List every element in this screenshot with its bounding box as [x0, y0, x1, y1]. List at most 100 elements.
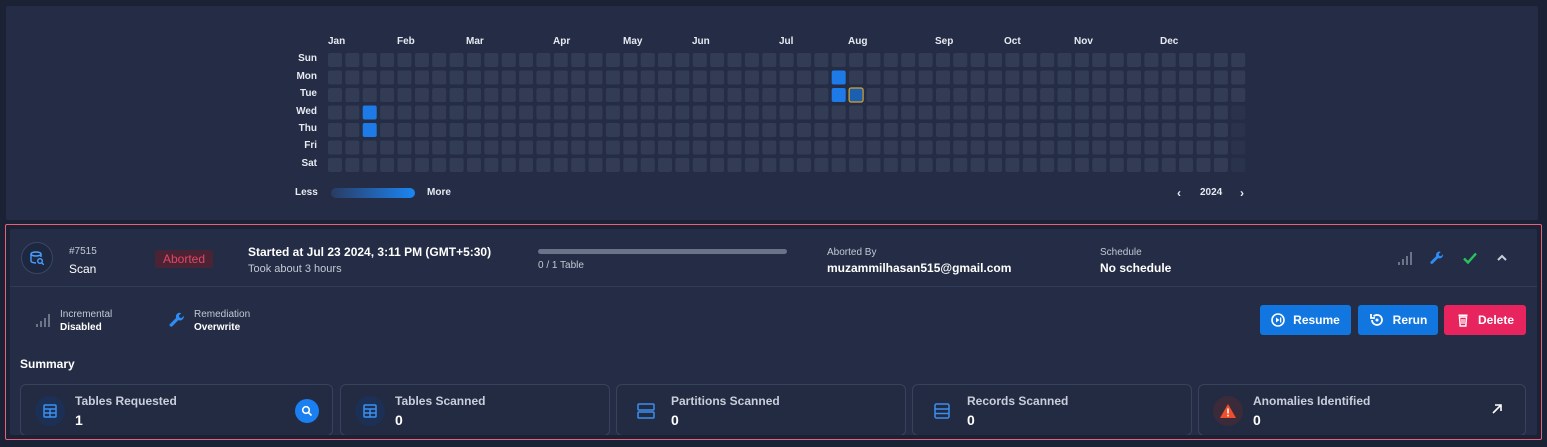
heatmap-cell[interactable]	[744, 70, 759, 85]
heatmap-cell[interactable]	[1144, 105, 1159, 120]
heatmap-cell[interactable]	[1161, 53, 1176, 67]
heatmap-cell[interactable]	[1022, 70, 1037, 85]
heatmap-cell[interactable]	[918, 70, 933, 85]
heatmap-cell[interactable]	[814, 105, 829, 120]
heatmap-cell[interactable]	[883, 105, 898, 120]
heatmap-cell[interactable]	[1161, 70, 1176, 85]
heatmap-cell[interactable]	[1179, 158, 1194, 172]
heatmap-cell[interactable]	[1196, 88, 1211, 102]
heatmap-cell[interactable]	[467, 140, 481, 155]
heatmap-cell[interactable]	[571, 53, 586, 67]
prev-year-icon[interactable]: ‹	[1177, 186, 1181, 200]
heatmap-cell[interactable]	[1109, 53, 1124, 67]
heatmap-cell[interactable]	[484, 88, 499, 102]
heatmap-cell[interactable]	[571, 70, 586, 85]
heatmap-cell[interactable]	[1213, 53, 1228, 67]
heatmap-cell[interactable]	[536, 123, 551, 137]
heatmap-cell[interactable]	[1231, 158, 1246, 172]
heatmap-cell[interactable]	[449, 140, 464, 155]
heatmap-cell[interactable]	[501, 105, 516, 120]
heatmap-cell[interactable]	[1196, 70, 1211, 85]
heatmap-cell[interactable]	[536, 158, 551, 172]
heatmap-cell[interactable]	[1092, 88, 1107, 102]
heatmap-cell[interactable]	[1040, 123, 1055, 137]
heatmap-cell[interactable]	[814, 70, 829, 85]
heatmap-cell[interactable]	[588, 158, 603, 172]
heatmap-cell[interactable]	[571, 140, 586, 155]
heatmap-cell[interactable]	[675, 123, 690, 137]
heatmap-cell[interactable]	[1161, 123, 1176, 137]
heatmap-cell[interactable]	[658, 123, 672, 137]
collapse-chevron-icon[interactable]	[1493, 249, 1511, 267]
heatmap-cell[interactable]	[779, 140, 794, 155]
heatmap-cell[interactable]	[988, 70, 1003, 85]
heatmap-cell[interactable]	[536, 140, 551, 155]
heatmap-cell[interactable]	[553, 53, 568, 67]
delete-button[interactable]: Delete	[1444, 305, 1526, 335]
heatmap-cell[interactable]	[901, 88, 916, 102]
heatmap-cell[interactable]	[936, 105, 950, 120]
heatmap-cell[interactable]	[779, 70, 794, 85]
heatmap-cell[interactable]	[345, 105, 360, 120]
heatmap-cell[interactable]	[831, 158, 846, 172]
heatmap-cell[interactable]	[1005, 70, 1020, 85]
heatmap-cell[interactable]	[397, 70, 412, 85]
heatmap-cell[interactable]	[640, 53, 655, 67]
heatmap-cell[interactable]	[1231, 88, 1246, 102]
heatmap-cell[interactable]	[658, 88, 672, 102]
heatmap-cell[interactable]	[1127, 53, 1141, 67]
heatmap-cell[interactable]	[640, 158, 655, 172]
heatmap-cell[interactable]	[467, 123, 481, 137]
heatmap-cell[interactable]	[779, 158, 794, 172]
heatmap-cell[interactable]	[1144, 70, 1159, 85]
heatmap-cell[interactable]	[1127, 70, 1141, 85]
heatmap-cell[interactable]	[849, 105, 864, 120]
heatmap-cell[interactable]	[936, 70, 950, 85]
heatmap-cell[interactable]	[797, 140, 811, 155]
heatmap-cell[interactable]	[380, 158, 395, 172]
heatmap-cell[interactable]	[675, 53, 690, 67]
heatmap-cell[interactable]	[1231, 53, 1246, 67]
heatmap-cell[interactable]	[1127, 88, 1141, 102]
heatmap-cell[interactable]	[432, 70, 447, 85]
heatmap-cell[interactable]	[710, 88, 725, 102]
heatmap-cell[interactable]	[883, 88, 898, 102]
heatmap-cell[interactable]	[1213, 140, 1228, 155]
heatmap-cell[interactable]	[1005, 105, 1020, 120]
heatmap-cell[interactable]	[797, 53, 811, 67]
heatmap-cell[interactable]	[449, 70, 464, 85]
heatmap-cell[interactable]	[675, 88, 690, 102]
heatmap-cell[interactable]	[1213, 105, 1228, 120]
heatmap-cell[interactable]	[762, 140, 777, 155]
heatmap-cell[interactable]	[1196, 105, 1211, 120]
heatmap-cell[interactable]	[432, 140, 447, 155]
heatmap-cell[interactable]	[640, 105, 655, 120]
heatmap-cell[interactable]	[553, 70, 568, 85]
search-icon[interactable]	[295, 399, 319, 423]
heatmap-cell[interactable]	[1092, 123, 1107, 137]
heatmap-cell[interactable]	[988, 123, 1003, 137]
heatmap-cell[interactable]	[362, 123, 377, 137]
heatmap-cell[interactable]	[623, 53, 638, 67]
heatmap-cell[interactable]	[710, 53, 725, 67]
heatmap-cell[interactable]	[605, 158, 620, 172]
heatmap-cell[interactable]	[501, 158, 516, 172]
heatmap-cell[interactable]	[1092, 70, 1107, 85]
heatmap-cell[interactable]	[970, 88, 985, 102]
heatmap-cell[interactable]	[744, 53, 759, 67]
heatmap-cell[interactable]	[1144, 53, 1159, 67]
heatmap-cell[interactable]	[571, 158, 586, 172]
heatmap-cell[interactable]	[588, 123, 603, 137]
heatmap-cell[interactable]	[553, 140, 568, 155]
heatmap-cell[interactable]	[345, 70, 360, 85]
heatmap-cell[interactable]	[1057, 123, 1072, 137]
heatmap-cell[interactable]	[814, 140, 829, 155]
heatmap-cell[interactable]	[1196, 158, 1211, 172]
heatmap-cell[interactable]	[467, 70, 481, 85]
heatmap-cell[interactable]	[797, 158, 811, 172]
heatmap-cell[interactable]	[727, 88, 742, 102]
heatmap-cell[interactable]	[988, 158, 1003, 172]
heatmap-cell[interactable]	[640, 88, 655, 102]
heatmap-cell[interactable]	[484, 70, 499, 85]
heatmap-cell[interactable]	[501, 123, 516, 137]
